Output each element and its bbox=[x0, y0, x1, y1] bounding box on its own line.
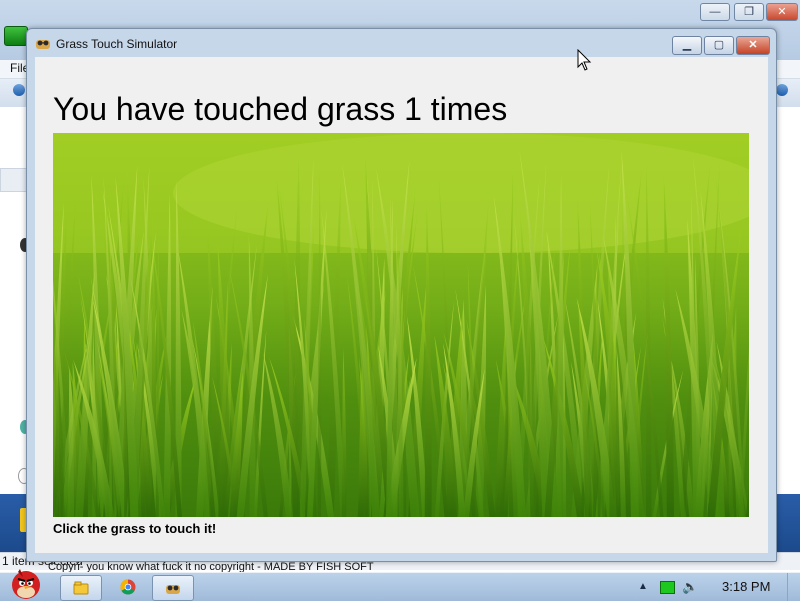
bg-close-button[interactable]: ✕ bbox=[766, 3, 798, 21]
tray-clock[interactable]: 3:18 PM bbox=[722, 579, 770, 594]
folder-icon bbox=[73, 581, 89, 595]
bg-nav-right-icon[interactable] bbox=[776, 84, 788, 96]
glasses-app-icon bbox=[166, 585, 180, 594]
maximize-button[interactable]: ▢ bbox=[704, 36, 734, 55]
bg-app-icon bbox=[4, 26, 28, 46]
chrome-icon bbox=[120, 579, 136, 595]
network-icon[interactable] bbox=[660, 581, 675, 594]
bg-nav-left-icon[interactable] bbox=[13, 84, 25, 96]
instruction-text: Click the grass to touch it! bbox=[53, 521, 217, 536]
taskbar-grass-app-button[interactable] bbox=[152, 575, 194, 601]
touch-counter-heading: You have touched grass 1 times bbox=[53, 91, 508, 127]
taskbar: ▲ 🔈 3:18 PM bbox=[0, 569, 800, 601]
window-title: Grass Touch Simulator bbox=[56, 37, 178, 51]
close-button[interactable]: ✕ bbox=[736, 36, 770, 55]
show-desktop-button[interactable] bbox=[787, 573, 800, 601]
glasses-app-icon bbox=[36, 40, 50, 49]
volume-icon[interactable]: 🔈 bbox=[682, 579, 698, 595]
tray-expand-icon[interactable]: ▲ bbox=[638, 581, 648, 592]
mouse-cursor-icon bbox=[577, 49, 592, 71]
grass-image[interactable] bbox=[53, 133, 749, 517]
bg-minimize-button[interactable]: — bbox=[700, 3, 730, 21]
app-titlebar[interactable]: Grass Touch Simulator ▁ ▢ ✕ bbox=[27, 29, 776, 57]
grass-picture bbox=[53, 133, 749, 517]
minimize-button[interactable]: ▁ bbox=[672, 36, 702, 55]
bg-restore-button[interactable]: ❐ bbox=[734, 3, 764, 21]
app-client-area: You have touched grass 1 times Click the… bbox=[35, 57, 768, 573]
grass-touch-window: Grass Touch Simulator ▁ ▢ ✕ You have tou… bbox=[26, 28, 777, 573]
angry-bird-start-icon[interactable] bbox=[4, 565, 46, 601]
taskbar-explorer-button[interactable] bbox=[60, 575, 102, 601]
taskbar-chrome-button[interactable] bbox=[108, 575, 148, 599]
system-tray: ▲ 🔈 3:18 PM bbox=[630, 573, 800, 601]
